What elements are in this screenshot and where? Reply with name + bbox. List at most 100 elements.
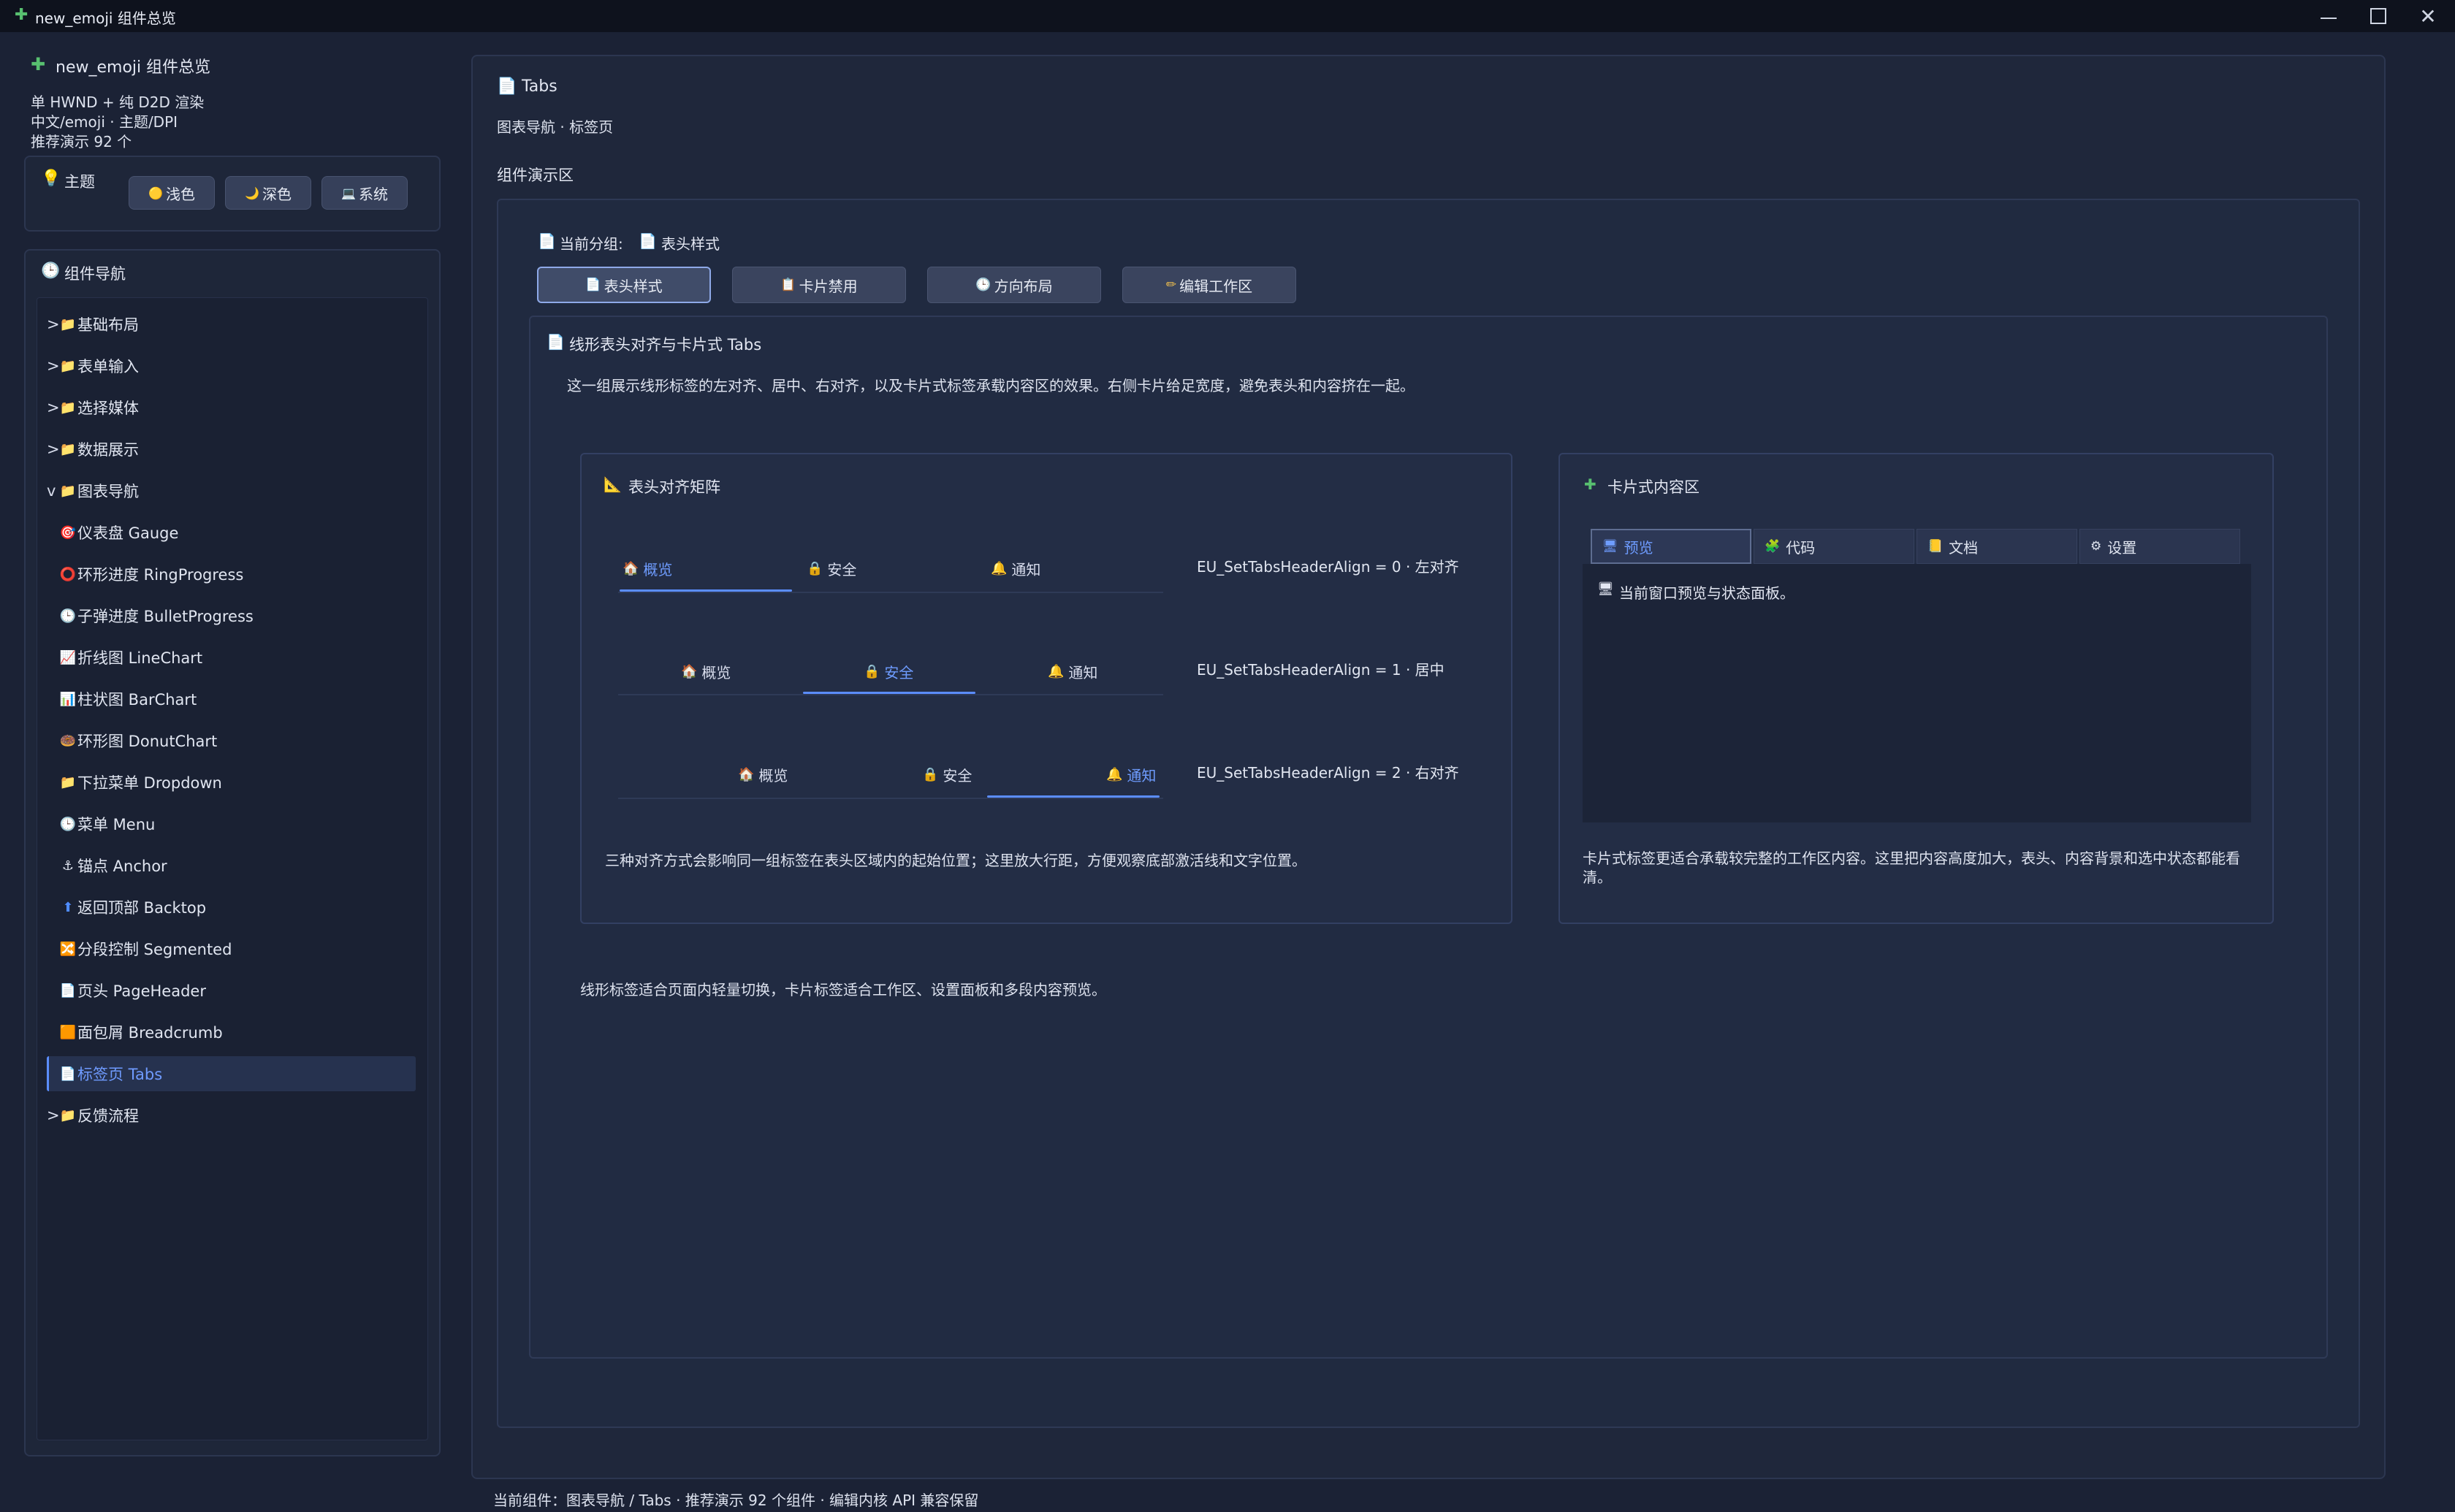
nav-item-label: 折线图 LineChart bbox=[77, 649, 203, 667]
section-description: 这一组展示线形标签的左对齐、居中、右对齐，以及卡片式标签承载内容区的效果。右侧卡… bbox=[567, 377, 1415, 394]
nav-item-donutchart[interactable]: 🍩 环形图 DonutChart bbox=[58, 723, 217, 758]
tab-notify[interactable]: 🔔 通知 bbox=[1106, 764, 1156, 785]
nav-item-label: 下拉菜单 Dropdown bbox=[77, 774, 222, 792]
clock-icon: 🕒 bbox=[41, 261, 61, 279]
window-title: new_emoji 组件总览 bbox=[35, 9, 176, 27]
card-tab-preview[interactable]: 🖥 预览 bbox=[1591, 529, 1751, 564]
pencil-icon: ✏ bbox=[1165, 278, 1177, 292]
minimize-button[interactable] bbox=[2303, 0, 2354, 32]
nav-group-chart-nav[interactable]: v 📁 图表导航 bbox=[47, 473, 139, 508]
gear-icon: ⚙ bbox=[2090, 539, 2102, 554]
nav-group-basic-layout[interactable]: > 📁 基础布局 bbox=[47, 307, 139, 342]
nav-item-gauge[interactable]: 🎯 仪表盘 Gauge bbox=[58, 515, 179, 550]
tab-security[interactable]: 🔒 安全 bbox=[807, 558, 856, 579]
nav-item-dropdown[interactable]: 📁 下拉菜单 Dropdown bbox=[58, 765, 222, 800]
nav-group-feedback[interactable]: > 📁 反馈流程 bbox=[47, 1098, 139, 1133]
clock-icon: 🕒 bbox=[975, 278, 991, 292]
nav-group-data-display[interactable]: > 📁 数据展示 bbox=[47, 432, 139, 467]
nav-item-backtop[interactable]: ⬆ 返回顶部 Backtop bbox=[58, 890, 206, 925]
line-chart-icon: 📈 bbox=[59, 649, 77, 665]
segment-edit-workspace[interactable]: ✏ 编辑工作区 bbox=[1122, 267, 1296, 303]
home-icon: 🏠 bbox=[738, 767, 755, 782]
nav-group-label: 选择媒体 bbox=[77, 400, 139, 417]
tab-label: 安全 bbox=[884, 664, 914, 681]
theme-label: 主题 bbox=[64, 173, 95, 191]
nav-group-form-input[interactable]: > 📁 表单输入 bbox=[47, 348, 139, 383]
section-title: 线形表头对齐与卡片式 Tabs bbox=[569, 336, 762, 354]
card-tab-label: 设置 bbox=[2107, 538, 2137, 557]
card-tab-code[interactable]: 🧩 代码 bbox=[1754, 529, 1914, 564]
lock-icon: 🔒 bbox=[807, 561, 823, 576]
tab-notify[interactable]: 🔔 通知 bbox=[991, 558, 1040, 579]
title-bar: ✚ new_emoji 组件总览 ✕ bbox=[0, 0, 2455, 32]
theme-light-button[interactable]: 🟡 浅色 bbox=[129, 176, 215, 210]
document-icon: 📄 bbox=[59, 982, 77, 999]
nav-group-select-media[interactable]: > 📁 选择媒体 bbox=[47, 390, 139, 425]
tab-security[interactable]: 🔒 安全 bbox=[864, 661, 913, 682]
tab-label: 通知 bbox=[1127, 767, 1157, 784]
folder-icon: 📁 bbox=[59, 1107, 77, 1123]
tab-overview[interactable]: 🏠 概览 bbox=[738, 764, 788, 785]
nav-item-label: 页头 PageHeader bbox=[77, 982, 206, 1000]
target-icon: 🎯 bbox=[59, 524, 77, 541]
segment-card-disabled[interactable]: 📋 卡片禁用 bbox=[732, 267, 906, 303]
align-matrix-title: 表头对齐矩阵 bbox=[628, 478, 720, 496]
chevron-right-icon: > bbox=[47, 440, 60, 458]
bell-icon: 🔔 bbox=[991, 561, 1008, 576]
folder-icon: 📁 bbox=[59, 441, 77, 457]
shuffle-icon: 🔀 bbox=[59, 941, 77, 957]
nav-item-bulletprogress[interactable]: 🕒 子弹进度 BulletProgress bbox=[58, 598, 254, 633]
theme-light-label: 浅色 bbox=[165, 185, 195, 203]
nav-item-label: 返回顶部 Backtop bbox=[77, 899, 207, 917]
nav-item-breadcrumb[interactable]: 🟧 面包屑 Breadcrumb bbox=[58, 1015, 223, 1050]
nav-group-label: 反馈流程 bbox=[77, 1107, 139, 1125]
donut-icon: 🍩 bbox=[59, 733, 77, 749]
tab-label: 通知 bbox=[1068, 664, 1098, 681]
nav-item-anchor[interactable]: ⚓ 锚点 Anchor bbox=[58, 848, 167, 883]
document-icon: 📄 bbox=[59, 1066, 77, 1082]
tab-security[interactable]: 🔒 安全 bbox=[922, 764, 972, 785]
segment-header-style[interactable]: 📄 表头样式 bbox=[537, 267, 711, 303]
card-tabs-title: 卡片式内容区 bbox=[1607, 478, 1700, 496]
document-icon: 📄 bbox=[639, 232, 657, 250]
nav-item-label: 仪表盘 Gauge bbox=[77, 524, 179, 542]
chevron-right-icon: > bbox=[47, 357, 60, 375]
app-subtitle-3: 推荐演示 92 个 bbox=[31, 133, 132, 150]
nav-item-linechart[interactable]: 📈 折线图 LineChart bbox=[58, 640, 202, 675]
tab-label: 通知 bbox=[1011, 561, 1041, 579]
card-tab-settings[interactable]: ⚙ 设置 bbox=[2079, 529, 2240, 564]
nav-item-pageheader[interactable]: 📄 页头 PageHeader bbox=[58, 973, 206, 1008]
current-group-value: 表头样式 bbox=[661, 235, 720, 253]
segment-label: 编辑工作区 bbox=[1179, 277, 1253, 295]
tab-label: 概览 bbox=[701, 664, 731, 681]
nav-item-label: 面包屑 Breadcrumb bbox=[77, 1024, 223, 1042]
nav-item-segmented[interactable]: 🔀 分段控制 Segmented bbox=[58, 931, 232, 966]
nav-item-label: 柱状图 BarChart bbox=[77, 691, 197, 709]
clock-icon: 🕒 bbox=[59, 816, 77, 832]
theme-system-button[interactable]: 💻 系统 bbox=[321, 176, 408, 210]
segment-direction-layout[interactable]: 🕒 方向布局 bbox=[927, 267, 1101, 303]
nav-item-tabs[interactable]: 📄 标签页 Tabs bbox=[47, 1056, 416, 1091]
nav-item-label: 锚点 Anchor bbox=[77, 858, 167, 875]
folder-icon: 📁 bbox=[59, 358, 77, 374]
theme-dark-button[interactable]: 🌙 深色 bbox=[225, 176, 311, 210]
tab-label: 概览 bbox=[758, 767, 788, 784]
card-tab-label: 代码 bbox=[1786, 538, 1816, 557]
tab-overview[interactable]: 🏠 概览 bbox=[681, 661, 731, 682]
tab-notify[interactable]: 🔔 通知 bbox=[1048, 661, 1097, 682]
nav-item-barchart[interactable]: 📊 柱状图 BarChart bbox=[58, 681, 197, 717]
tab-label: 概览 bbox=[643, 561, 673, 579]
card-tab-label: 预览 bbox=[1624, 538, 1653, 557]
tab-overview[interactable]: 🏠 概览 bbox=[623, 558, 672, 579]
bulb-icon: 💡 bbox=[41, 169, 61, 188]
nav-item-label: 分段控制 Segmented bbox=[77, 941, 232, 958]
nav-item-menu[interactable]: 🕒 菜单 Menu bbox=[58, 806, 156, 841]
segment-label: 表头样式 bbox=[604, 277, 663, 295]
close-button[interactable]: ✕ bbox=[2402, 0, 2454, 32]
tabs-baseline bbox=[618, 592, 1163, 593]
card-tab-docs[interactable]: 📒 文档 bbox=[1917, 529, 2077, 564]
maximize-button[interactable] bbox=[2353, 0, 2404, 32]
segment-label: 方向布局 bbox=[994, 277, 1053, 295]
laptop-icon: 💻 bbox=[341, 186, 356, 200]
nav-item-ringprogress[interactable]: ⭕ 环形进度 RingProgress bbox=[58, 557, 244, 592]
